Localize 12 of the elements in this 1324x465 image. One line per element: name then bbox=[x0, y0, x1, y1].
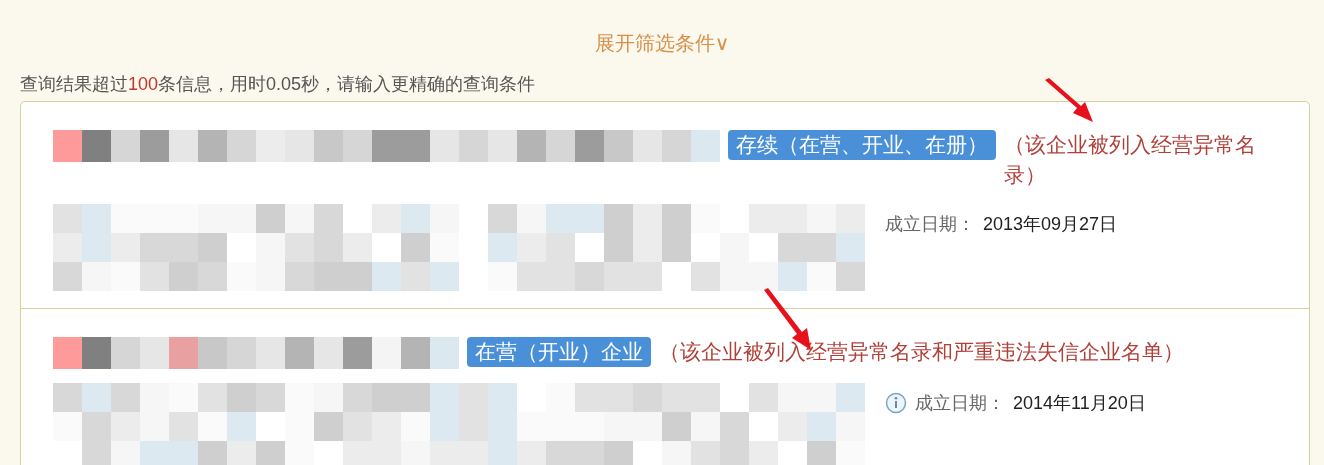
info-icon[interactable] bbox=[885, 392, 907, 414]
warning-note: （该企业被列入经营异常名录和严重违法失信企业名单） bbox=[659, 339, 1185, 365]
annotation-arrow bbox=[1043, 78, 1095, 124]
result-summary: 查询结果超过100条信息，用时0.05秒，请输入更精确的查询条件 bbox=[20, 73, 537, 96]
warning-note: （该企业被列入经营异常名录） bbox=[1004, 132, 1257, 188]
status-badge: 在营（开业）企业 bbox=[467, 337, 651, 367]
date-label: 成立日期： bbox=[885, 213, 975, 236]
date-value: 2013年09月27日 bbox=[983, 213, 1118, 236]
expand-filter-link[interactable]: 展开筛选条件∨ bbox=[594, 30, 730, 57]
status-badge: 存续（在营、开业、在册） bbox=[728, 130, 996, 160]
date-value: 2014年11月20日 bbox=[1013, 392, 1146, 415]
date-label: 成立日期： bbox=[915, 392, 1005, 415]
